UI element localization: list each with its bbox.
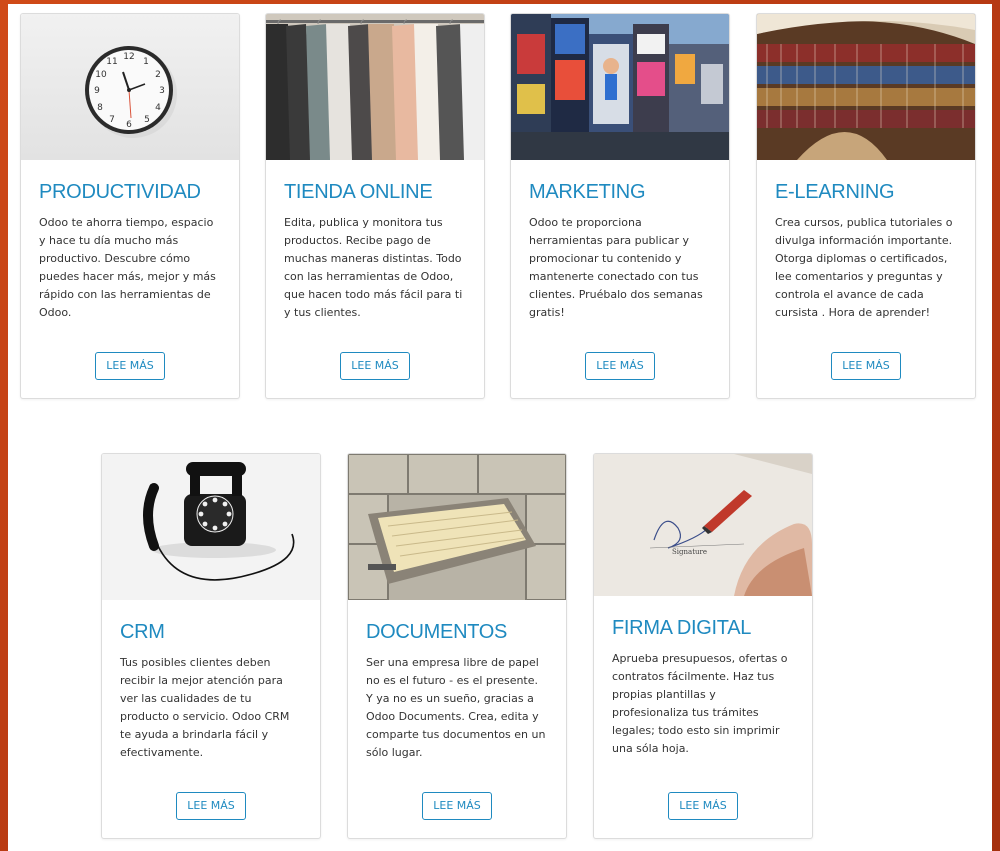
lee-mas-button[interactable]: LEE MÁS — [831, 352, 901, 380]
card-title: CRM — [120, 621, 165, 643]
card-description: Crea cursos, publica tutoriales o divulg… — [775, 216, 953, 319]
rotary-phone-photo — [102, 454, 320, 600]
lee-mas-button[interactable]: LEE MÁS — [585, 352, 655, 380]
library-shelves-photo — [757, 14, 975, 160]
card-e-learning: E-LEARNING Crea cursos, publica tutorial… — [756, 13, 976, 399]
card-productividad: 12 1 2 3 4 5 6 7 8 9 10 11 PRODUCTIVIDAD… — [20, 13, 240, 399]
clock-numeral: 9 — [94, 86, 100, 96]
clock-numeral: 7 — [109, 115, 115, 125]
clock-numeral: 11 — [106, 57, 117, 67]
card-title: PRODUCTIVIDAD — [39, 181, 201, 203]
clock-numeral: 1 — [143, 57, 149, 67]
card-title: E-LEARNING — [775, 181, 895, 203]
clock-numeral: 3 — [159, 86, 165, 96]
card-description: Ser una empresa libre de papel no es el … — [366, 656, 546, 759]
city-billboards-photo — [511, 14, 729, 160]
clock-numeral: 8 — [97, 103, 103, 113]
clock-numeral: 10 — [95, 70, 107, 80]
lee-mas-button[interactable]: LEE MÁS — [340, 352, 410, 380]
page-canvas: 12 1 2 3 4 5 6 7 8 9 10 11 PRODUCTIVIDAD… — [8, 4, 992, 851]
clock-numeral: 4 — [155, 103, 161, 113]
card-marketing: MARKETING Odoo te proporciona herramient… — [510, 13, 730, 399]
card-description: Odoo te ahorra tiempo, espacio y hace tu… — [39, 216, 216, 319]
signature-caption: Signature — [672, 548, 707, 556]
clock-numeral: 5 — [144, 115, 150, 125]
card-crm: CRM Tus posibles clientes deben recibir … — [101, 453, 321, 839]
card-title: TIENDA ONLINE — [284, 181, 433, 203]
card-title: DOCUMENTOS — [366, 621, 508, 643]
signature-pen-photo: Signature — [594, 454, 812, 596]
card-description: Aprueba presupuesos, ofertas o contratos… — [612, 652, 788, 755]
clothing-rack-photo — [266, 14, 484, 160]
lee-mas-button[interactable]: LEE MÁS — [95, 352, 165, 380]
card-documentos: DOCUMENTOS Ser una empresa libre de pape… — [347, 453, 567, 839]
lee-mas-button[interactable]: LEE MÁS — [176, 792, 246, 820]
clock-numeral: 12 — [123, 52, 134, 62]
card-tienda-online: TIENDA ONLINE Edita, publica y monitora … — [265, 13, 485, 399]
card-description: Tus posibles clientes deben recibir la m… — [120, 656, 290, 759]
lee-mas-button[interactable]: LEE MÁS — [668, 792, 738, 820]
card-description: Odoo te proporciona herramientas para pu… — [529, 216, 703, 319]
card-title: FIRMA DIGITAL — [612, 617, 752, 639]
file-cabinet-photo — [348, 454, 566, 600]
clock-numeral: 6 — [126, 120, 132, 130]
lee-mas-button[interactable]: LEE MÁS — [422, 792, 492, 820]
card-firma-digital: Signature FIRMA DIGITAL Aprueba presupue… — [593, 453, 813, 839]
card-description: Edita, publica y monitora tus productos.… — [284, 216, 463, 319]
card-title: MARKETING — [529, 181, 646, 203]
wall-clock-photo: 12 1 2 3 4 5 6 7 8 9 10 11 — [21, 14, 239, 160]
clock-numeral: 2 — [155, 70, 161, 80]
